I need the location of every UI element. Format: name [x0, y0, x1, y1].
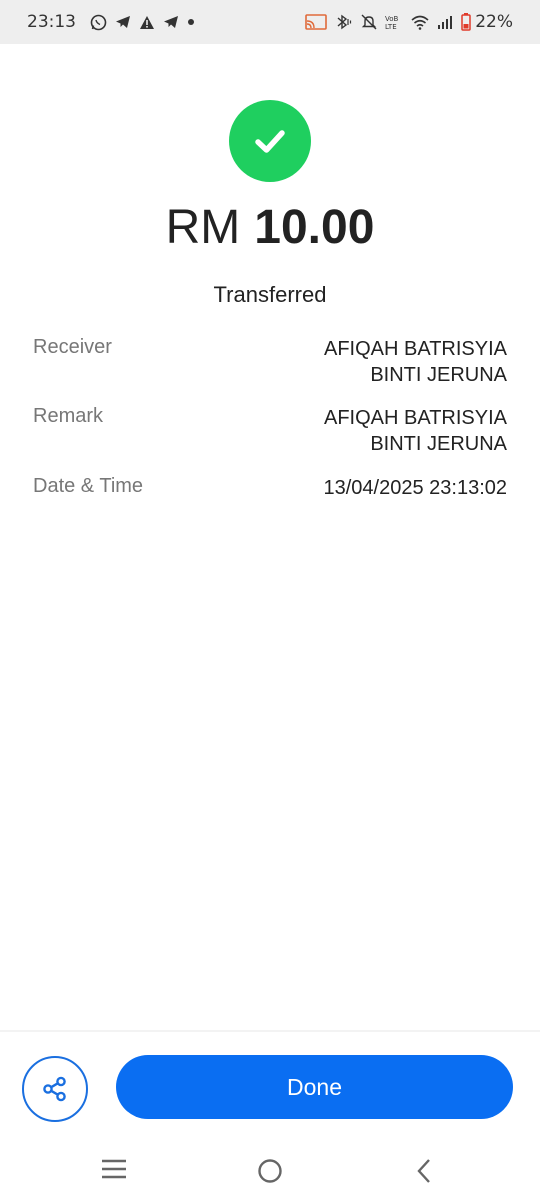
volte-icon: VoB LTE	[385, 14, 403, 30]
signal-icon	[437, 15, 453, 29]
remark-label: Remark	[33, 405, 104, 427]
status-bar: 23:13 VoB LTE 22%	[0, 0, 540, 44]
mute-icon	[361, 14, 377, 30]
detail-row-receiver: Receiver AFIQAH BATRISYIA BINTI JERUNA	[33, 336, 507, 388]
receiver-line-2: BINTI JERUNA	[370, 364, 507, 386]
status-bar-left: 23:13	[27, 12, 203, 32]
status-bar-right: VoB LTE 22%	[297, 12, 513, 32]
back-icon[interactable]	[414, 1158, 434, 1184]
done-button[interactable]: Done	[116, 1055, 513, 1119]
date-time-value: 13/04/2025 23:13:02	[323, 477, 507, 499]
detail-row-remark: Remark AFIQAH BATRISYIA BINTI JERUNA	[33, 405, 507, 457]
dot-icon	[187, 18, 195, 26]
cast-icon	[305, 14, 328, 30]
battery-percent: 22%	[475, 12, 513, 32]
remark-line-2: BINTI JERUNA	[370, 433, 507, 455]
svg-text:LTE: LTE	[385, 23, 397, 30]
date-time-label: Date & Time	[33, 475, 144, 497]
warning-icon	[139, 15, 155, 30]
transaction-amount: RM 10.00	[0, 200, 540, 255]
wifi-icon	[411, 15, 429, 30]
amount-value: 10.00	[254, 201, 375, 254]
svg-text:VoB: VoB	[385, 15, 399, 23]
bottom-divider	[0, 1030, 540, 1032]
detail-row-date-time: Date & Time 13/04/2025 23:13:02	[33, 475, 507, 501]
bluetooth-icon	[335, 14, 353, 30]
home-icon[interactable]	[257, 1158, 283, 1184]
amount-currency: RM	[165, 201, 241, 254]
whatsapp-icon	[90, 14, 107, 31]
battery-icon	[461, 13, 471, 31]
recent-apps-icon[interactable]	[100, 1158, 128, 1180]
telegram-icon	[163, 14, 179, 30]
receiver-value: AFIQAH BATRISYIA BINTI JERUNA	[324, 336, 507, 388]
share-button[interactable]	[22, 1056, 88, 1122]
success-check-icon	[229, 100, 311, 182]
telegram-icon	[115, 14, 131, 30]
remark-value: AFIQAH BATRISYIA BINTI JERUNA	[324, 405, 507, 457]
system-nav-bar	[0, 1140, 540, 1200]
transaction-status: Transferred	[213, 282, 327, 307]
share-icon	[43, 1076, 66, 1102]
receiver-line-1: AFIQAH BATRISYIA	[324, 338, 507, 360]
remark-line-1: AFIQAH BATRISYIA	[324, 407, 507, 429]
receiver-label: Receiver	[33, 336, 112, 358]
status-time: 23:13	[27, 12, 76, 32]
